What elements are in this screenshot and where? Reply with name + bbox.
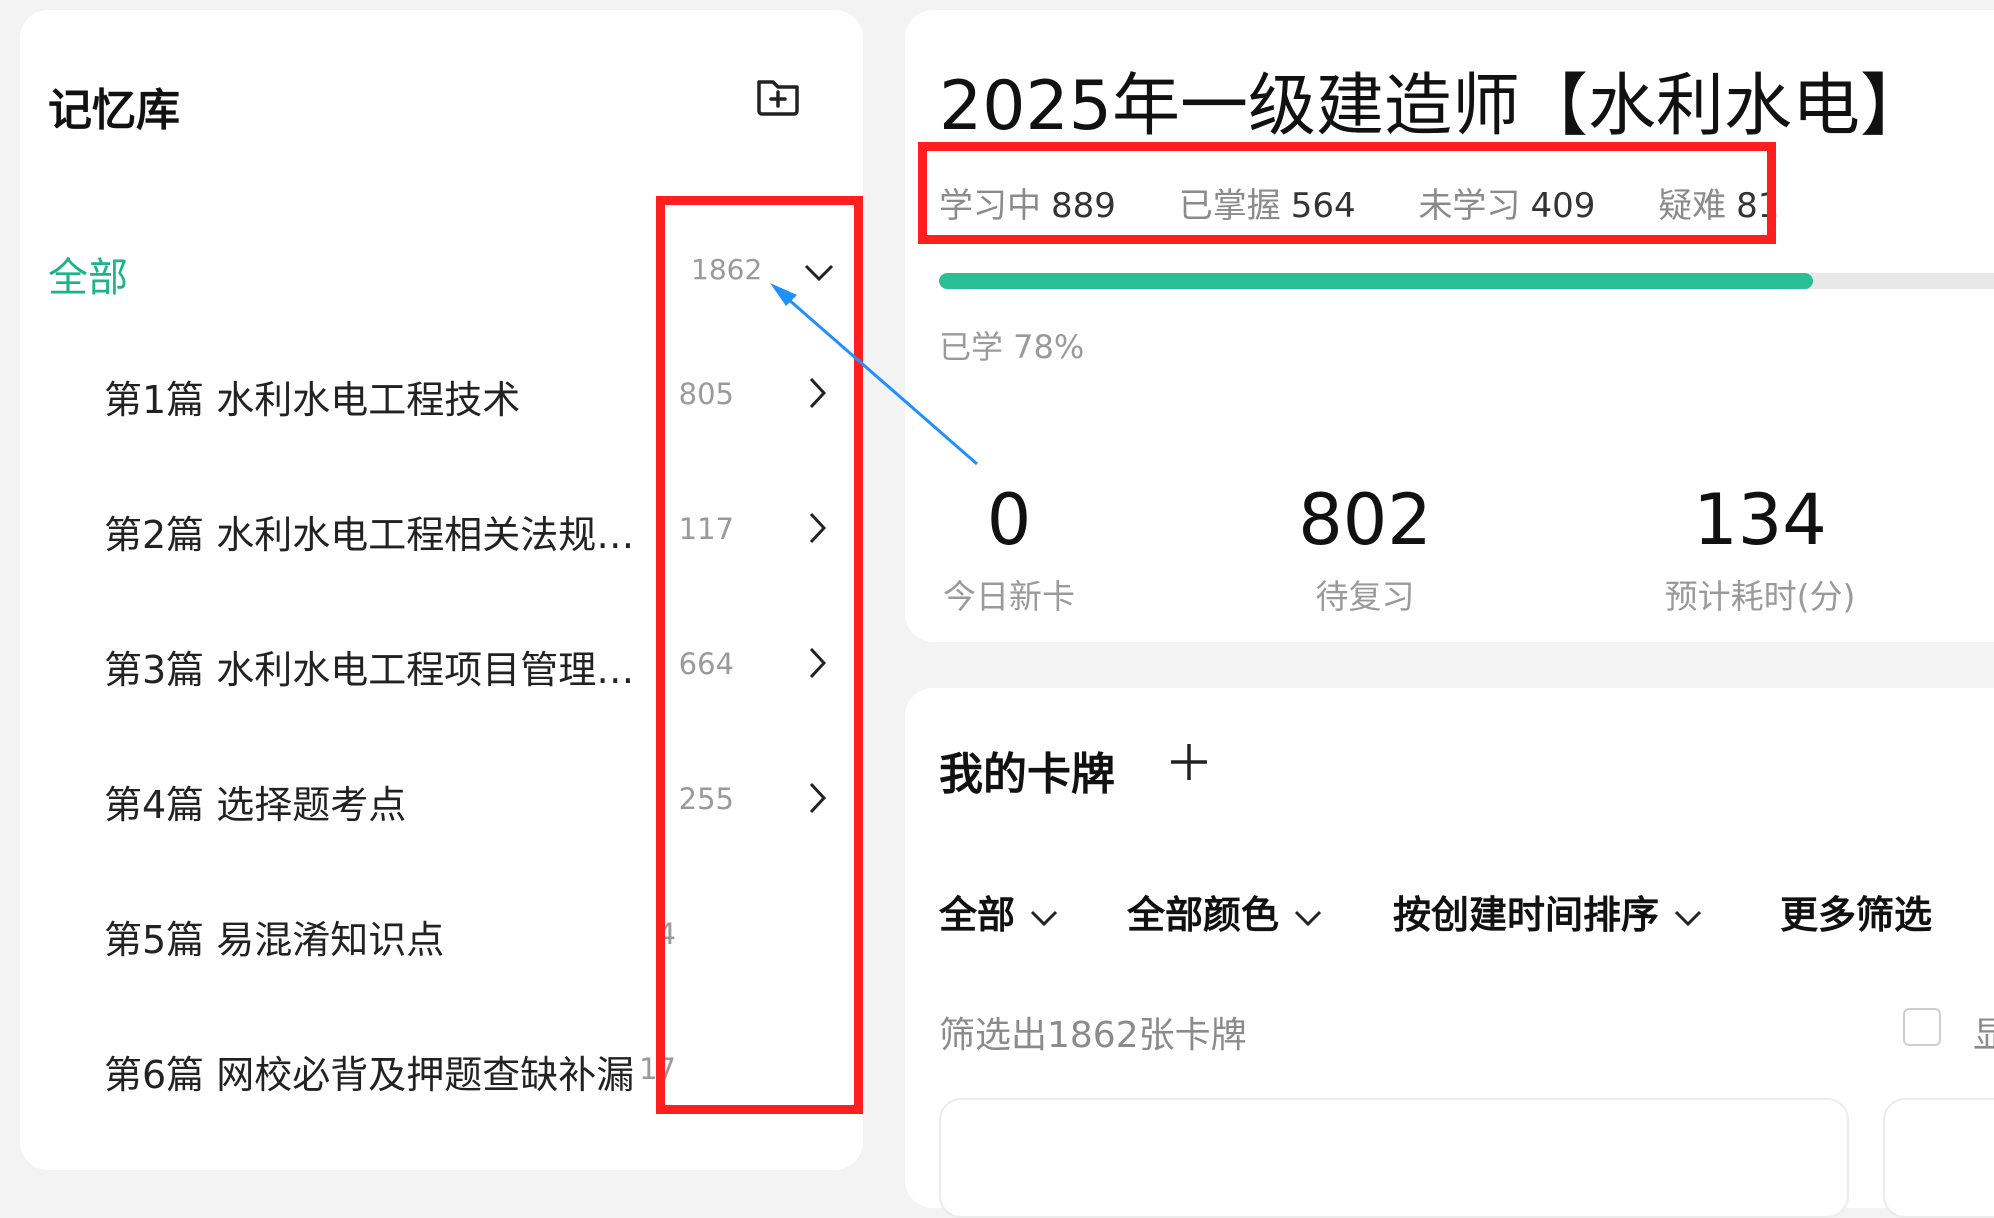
- to-review-value: 802: [1298, 479, 1432, 561]
- filter-all-dropdown[interactable]: 全部: [939, 884, 1059, 939]
- today-new-label: 今日新卡: [943, 577, 1075, 616]
- sidebar-item-label: 第2篇 水利水电工程相关法规…: [104, 513, 635, 557]
- chevron-down-icon: [1294, 910, 1322, 926]
- deck-title: 2025年一级建造师【水利水电】: [939, 67, 1929, 146]
- folder-plus-icon[interactable]: [753, 70, 803, 120]
- filter-label: 更多筛选: [1780, 893, 1933, 937]
- learning-progress-bar: [939, 273, 1994, 289]
- annotation-highlight-counts: [656, 196, 863, 1114]
- add-card-button[interactable]: [1167, 740, 1211, 784]
- checkbox-label: 显: [1973, 1015, 1994, 1056]
- more-filters-button[interactable]: 更多筛选: [1780, 884, 1932, 939]
- sidebar-item-label: 全部: [48, 255, 128, 301]
- show-checkbox[interactable]: [1903, 1008, 1941, 1046]
- annotation-highlight-stats: [918, 142, 1776, 244]
- sidebar-item-label: 第3篇 水利水电工程项目管理…: [104, 648, 635, 692]
- sidebar-item-label: 第6篇 网校必背及押题查缺补漏: [104, 1053, 635, 1097]
- plus-icon: [1171, 744, 1207, 780]
- filter-color-dropdown[interactable]: 全部颜色: [1127, 884, 1323, 939]
- estimated-time-value: 134: [1693, 479, 1827, 561]
- progress-fill: [939, 273, 1813, 289]
- library-title: 记忆库: [48, 85, 180, 136]
- estimated-time: 134 预计耗时(分): [1640, 480, 1880, 618]
- today-new-cards[interactable]: 0 今日新卡: [939, 480, 1079, 618]
- sort-dropdown[interactable]: 按创建时间排序: [1393, 884, 1703, 939]
- sidebar-item-label: 第5篇 易混淆知识点: [104, 918, 445, 962]
- today-new-value: 0: [986, 479, 1032, 561]
- to-review-label: 待复习: [1315, 577, 1415, 616]
- filter-label: 按创建时间排序: [1393, 893, 1660, 937]
- filtered-count-text: 筛选出1862张卡牌: [939, 1015, 1247, 1056]
- card-item[interactable]: [1883, 1098, 1994, 1218]
- sidebar-item-label: 第4篇 选择题考点: [104, 783, 407, 827]
- deck-overview-card: 2025年一级建造师【水利水电】 学习中 889 已掌握 564 未学习 409 疑难…: [905, 10, 1994, 642]
- my-cards-title: 我的卡牌: [939, 749, 1115, 800]
- card-item[interactable]: [939, 1098, 1849, 1218]
- learned-percent: 已学 78%: [939, 328, 1085, 366]
- chevron-down-icon: [1030, 910, 1058, 926]
- to-review-cards[interactable]: 802 待复习: [1295, 480, 1435, 618]
- chevron-down-icon: [1674, 910, 1702, 926]
- filter-label: 全部: [939, 893, 1016, 937]
- my-cards-card: 我的卡牌 全部 全部颜色 按创建时间排序 更多筛选 筛选出1862张卡牌 显: [905, 688, 1994, 1218]
- estimated-time-label: 预计耗时(分): [1664, 577, 1856, 616]
- filter-label: 全部颜色: [1127, 893, 1280, 937]
- sidebar-item-label: 第1篇 水利水电工程技术: [104, 378, 521, 422]
